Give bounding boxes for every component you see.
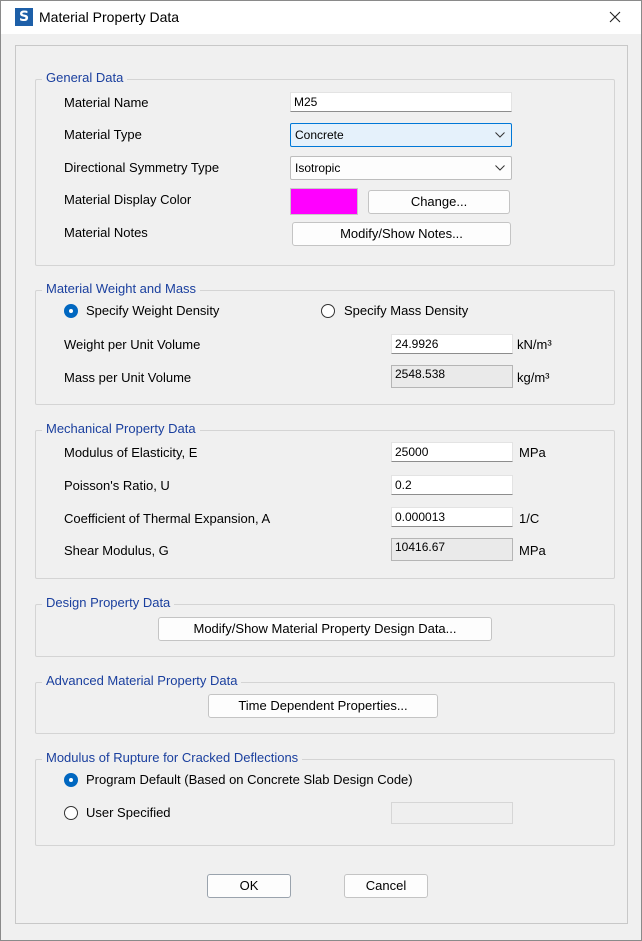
group-title-rupture: Modulus of Rupture for Cracked Deflectio… [42,750,303,766]
modify-notes-button[interactable]: Modify/Show Notes... [292,222,511,246]
material-name-input[interactable]: M25 [290,92,512,112]
group-title-general: General Data [42,70,128,86]
program-default-label: Program Default (Based on Concrete Slab … [86,772,413,787]
poisson-input[interactable]: 0.2 [391,475,513,495]
mass-density-radio[interactable] [321,304,335,318]
group-title-weight: Material Weight and Mass [42,281,201,297]
group-general-data: General Data Material Name M25 Material … [35,70,615,266]
thermal-expansion-label: Coefficient of Thermal Expansion, A [64,511,271,526]
close-button[interactable] [591,1,641,34]
elasticity-input[interactable]: 25000 [391,442,513,462]
time-dependent-button[interactable]: Time Dependent Properties... [208,694,438,718]
elasticity-unit: MPa [519,445,546,460]
mass-unit: kg/m³ [517,370,550,385]
material-type-value: Concrete [295,128,344,142]
weight-density-radio[interactable] [64,304,78,318]
user-specified-radio[interactable] [64,806,78,820]
user-specified-input[interactable] [391,802,513,824]
group-title-design: Design Property Data [42,595,175,611]
display-color-swatch [290,188,358,215]
modify-design-data-button[interactable]: Modify/Show Material Property Design Dat… [158,617,492,641]
chevron-down-icon [495,165,505,171]
display-color-label: Material Display Color [64,192,192,207]
shear-modulus-value: 10416.67 [391,538,513,561]
symmetry-type-value: Isotropic [295,161,341,175]
cancel-button[interactable]: Cancel [344,874,428,898]
title-bar: S Material Property Data [1,1,641,34]
mass-density-label: Specify Mass Density [344,303,469,318]
material-type-label: Material Type [64,127,142,142]
material-name-label: Material Name [64,95,149,110]
symmetry-type-select[interactable]: Isotropic [290,156,512,180]
group-title-mechanical: Mechanical Property Data [42,421,200,437]
window-title: Material Property Data [39,9,180,25]
group-modulus-rupture: Modulus of Rupture for Cracked Deflectio… [35,750,615,846]
material-type-select[interactable]: Concrete [290,123,512,147]
program-default-radio[interactable] [64,773,78,787]
chevron-down-icon [495,132,505,138]
close-icon [609,11,621,23]
poisson-label: Poisson's Ratio, U [64,478,170,493]
mass-per-volume-value: 2548.538 [391,365,513,388]
mass-per-volume-label: Mass per Unit Volume [64,370,192,385]
ok-button[interactable]: OK [207,874,291,898]
change-color-button[interactable]: Change... [368,190,510,214]
weight-per-volume-input[interactable]: 24.9926 [391,334,513,354]
group-advanced-property: Advanced Material Property Data Time Dep… [35,673,615,734]
group-weight-mass: Material Weight and Mass Specify Weight … [35,281,615,405]
material-property-dialog: S Material Property Data General Data Ma… [0,0,642,941]
thermal-expansion-input[interactable]: 0.000013 [391,507,513,527]
group-design-property: Design Property Data Modify/Show Materia… [35,595,615,657]
weight-per-volume-label: Weight per Unit Volume [64,337,201,352]
weight-density-label: Specify Weight Density [86,303,220,318]
group-title-advanced: Advanced Material Property Data [42,673,242,689]
group-mechanical: Mechanical Property Data Modulus of Elas… [35,421,615,579]
shear-modulus-unit: MPa [519,543,546,558]
symmetry-type-label: Directional Symmetry Type [64,160,220,175]
app-logo-icon: S [15,8,33,26]
thermal-expansion-unit: 1/C [519,511,540,526]
user-specified-label: User Specified [86,805,171,820]
material-notes-label: Material Notes [64,225,148,240]
elasticity-label: Modulus of Elasticity, E [64,445,198,460]
weight-unit: kN/m³ [517,337,552,352]
shear-modulus-label: Shear Modulus, G [64,543,169,558]
